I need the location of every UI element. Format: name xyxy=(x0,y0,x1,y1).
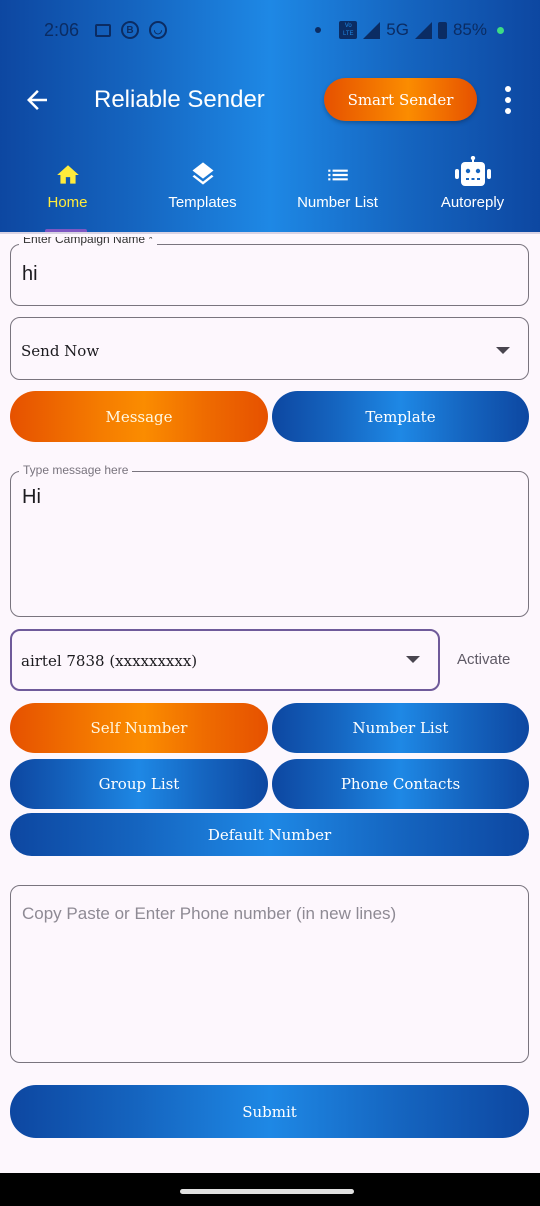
campaign-name-value: hi xyxy=(22,263,38,285)
system-nav-bar xyxy=(0,1173,540,1206)
notification-icons: B ◡ xyxy=(95,21,167,39)
b-circle-icon: B xyxy=(121,21,139,39)
home-icon xyxy=(54,158,82,188)
schedule-dropdown[interactable]: Send Now xyxy=(10,317,529,380)
volte-icon: Vo LTE xyxy=(339,21,358,39)
sim-dropdown[interactable]: airtel 7838 (xxxxxxxxx) xyxy=(10,629,440,691)
schedule-value: Send Now xyxy=(21,342,100,360)
phone-numbers-placeholder: Copy Paste or Enter Phone number (in new… xyxy=(22,904,397,923)
header-divider xyxy=(0,232,540,234)
network-type: 5G xyxy=(386,20,409,39)
system-icons: Vo LTE 5G 85% xyxy=(315,20,504,40)
home-gesture-handle[interactable] xyxy=(180,1189,354,1194)
submit-button[interactable]: Submit xyxy=(10,1085,529,1138)
group-list-button[interactable]: Group List xyxy=(10,759,268,809)
tab-templates[interactable]: Templates xyxy=(135,150,270,233)
tab-label: Number List xyxy=(297,194,378,211)
status-bar: 2:06 B ◡ Vo LTE 5G 85% xyxy=(0,0,540,60)
number-list-button[interactable]: Number List xyxy=(272,703,529,753)
phone-numbers-textarea[interactable]: Copy Paste or Enter Phone number (in new… xyxy=(10,885,529,1063)
list-icon xyxy=(324,158,352,188)
tab-autoreply[interactable]: Autoreply xyxy=(405,150,540,233)
tab-label: Templates xyxy=(168,194,237,211)
more-vert-icon-dot xyxy=(505,108,511,114)
arrow-left-icon xyxy=(27,90,47,110)
smart-sender-button[interactable]: Smart Sender xyxy=(324,78,477,121)
message-textarea[interactable]: Type message here Hi xyxy=(10,463,529,617)
tab-number-list[interactable]: Number List xyxy=(270,150,405,233)
activate-button[interactable]: Activate xyxy=(457,651,510,668)
app-bar: Reliable Sender Smart Sender xyxy=(0,60,540,140)
message-value: Hi xyxy=(22,486,41,508)
signal-icon xyxy=(363,21,381,39)
chevron-down-icon xyxy=(406,656,420,663)
self-number-button[interactable]: Self Number xyxy=(10,703,268,753)
campaign-name-field[interactable]: Enter Campaign Name * hi xyxy=(10,237,529,306)
layers-icon xyxy=(189,158,217,188)
dot-icon xyxy=(315,27,322,33)
privacy-indicator-icon xyxy=(497,26,504,34)
message-label: Type message here xyxy=(19,463,133,477)
face-icon: ◡ xyxy=(149,21,167,39)
status-time: 2:06 xyxy=(44,20,80,40)
more-options-button[interactable] xyxy=(500,86,516,114)
more-vert-icon-dot xyxy=(505,86,511,92)
phone-contacts-button[interactable]: Phone Contacts xyxy=(272,759,529,809)
signal-icon-2 xyxy=(414,21,432,39)
message-button[interactable]: Message xyxy=(10,391,268,442)
battery-percent: 85% xyxy=(452,20,487,39)
chevron-down-icon xyxy=(496,347,510,354)
video-call-icon xyxy=(95,23,111,37)
tab-bar: Home Templates Number List Autoreply xyxy=(0,150,540,233)
robot-icon xyxy=(453,156,493,188)
campaign-name-label: Enter Campaign Name * xyxy=(19,237,158,246)
app-title: Reliable Sender xyxy=(94,86,265,113)
back-button[interactable] xyxy=(22,85,52,115)
sim-value: airtel 7838 (xxxxxxxxx) xyxy=(21,652,198,670)
tab-home[interactable]: Home xyxy=(0,150,135,233)
tab-label: Home xyxy=(47,194,88,211)
more-vert-icon-dot xyxy=(505,97,511,103)
tab-label: Autoreply xyxy=(440,194,505,211)
default-number-button[interactable]: Default Number xyxy=(10,813,529,856)
template-button[interactable]: Template xyxy=(272,391,529,442)
header: 2:06 B ◡ Vo LTE 5G 85% Reliable Sender S… xyxy=(0,0,540,233)
battery-icon xyxy=(437,21,447,39)
